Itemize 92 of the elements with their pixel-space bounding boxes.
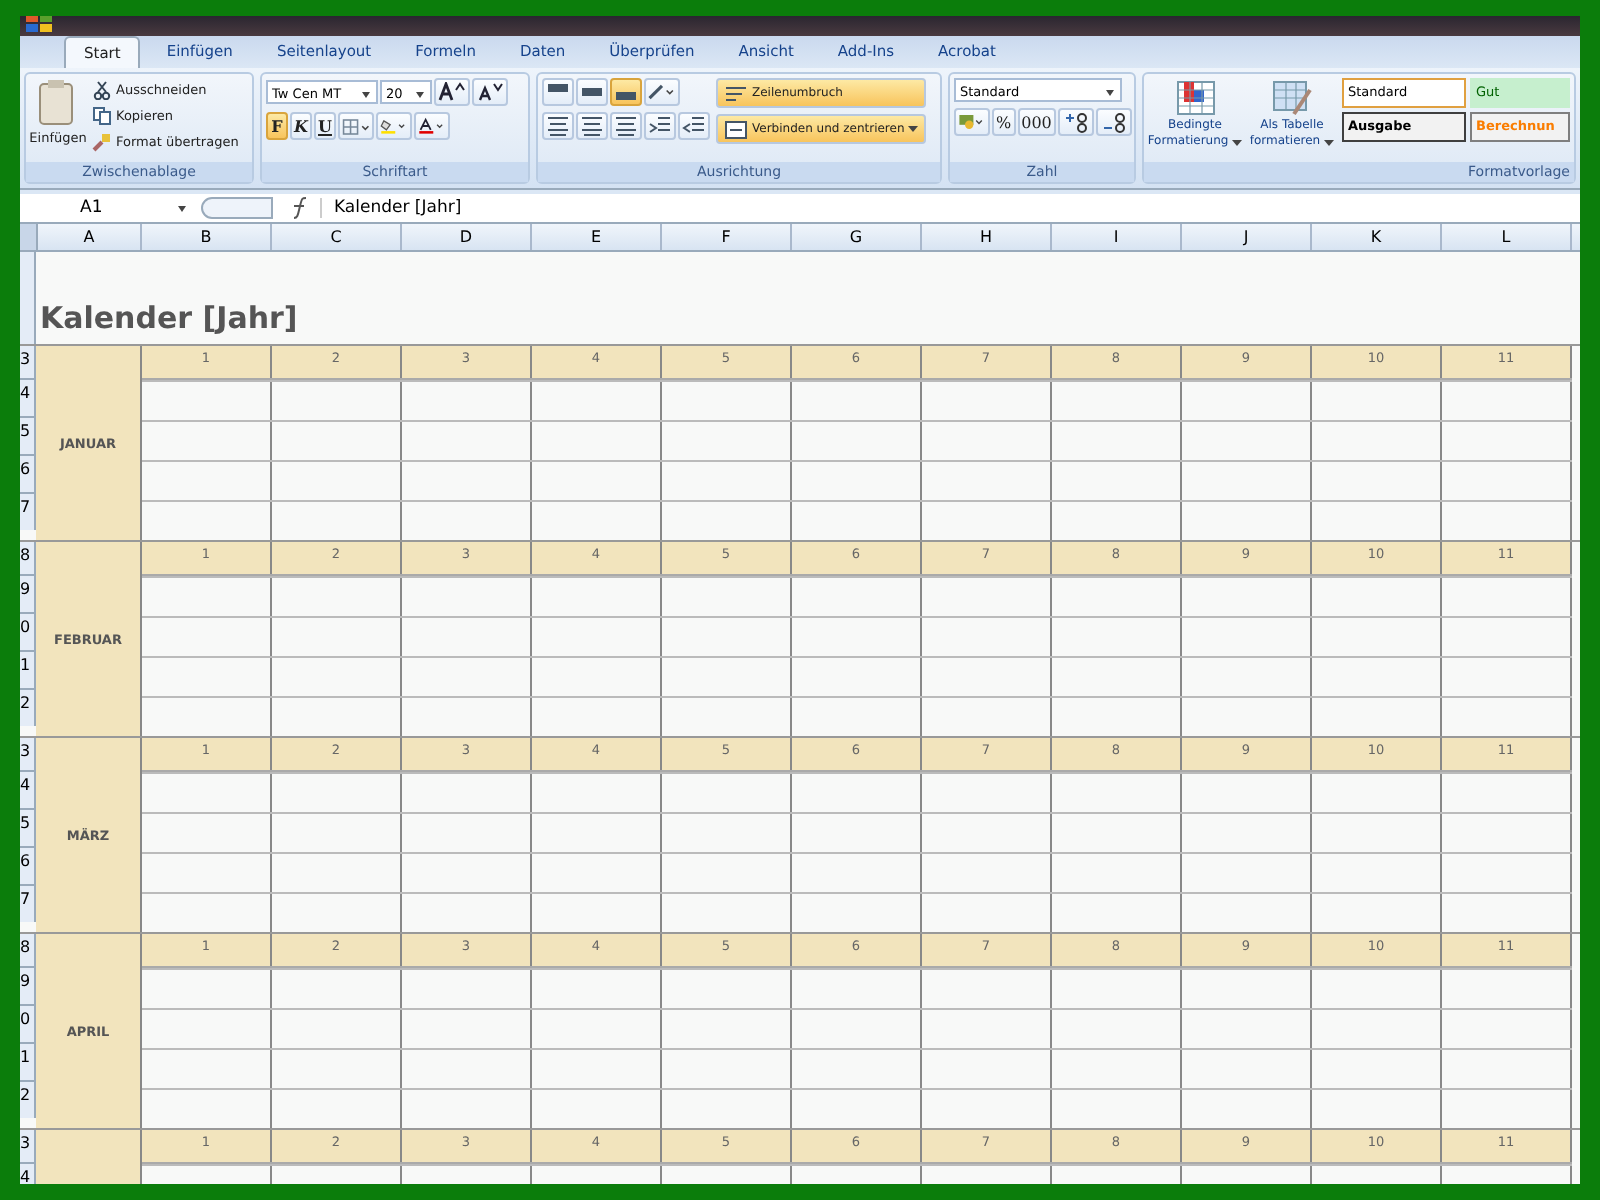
scissors-icon bbox=[92, 80, 112, 100]
row-number[interactable]: 9 bbox=[20, 966, 36, 1004]
grow-font-icon bbox=[438, 82, 466, 102]
fill-bucket-icon bbox=[380, 114, 408, 138]
align-top-button[interactable] bbox=[542, 78, 574, 106]
table-brush-icon bbox=[1270, 78, 1314, 118]
increase-indent-button[interactable] bbox=[678, 112, 710, 140]
row-number[interactable]: 7 bbox=[20, 492, 36, 530]
font-color-button[interactable] bbox=[414, 112, 450, 140]
column-header[interactable]: D bbox=[402, 224, 532, 250]
percent-button[interactable]: % bbox=[992, 108, 1016, 136]
column-header[interactable]: B bbox=[142, 224, 272, 250]
align-text-button[interactable] bbox=[542, 112, 574, 140]
align-middle-button[interactable] bbox=[576, 78, 608, 106]
column-header[interactable]: F bbox=[662, 224, 792, 250]
caret-icon bbox=[1324, 139, 1335, 145]
decimal-icon bbox=[1099, 110, 1128, 134]
align-bottom-button[interactable] bbox=[610, 78, 642, 106]
copy-icon bbox=[92, 106, 112, 126]
caret-icon bbox=[178, 205, 186, 211]
text-align-icon bbox=[546, 116, 570, 136]
office-button-icon[interactable] bbox=[24, 16, 56, 36]
row-number[interactable]: 0 bbox=[20, 1004, 36, 1042]
wrap-text-icon bbox=[724, 83, 748, 103]
column-header[interactable]: G bbox=[792, 224, 922, 250]
row-number[interactable]: 3 bbox=[20, 1130, 36, 1162]
slanted-text-icon bbox=[648, 82, 676, 102]
column-header[interactable]: L bbox=[1442, 224, 1572, 250]
row-number[interactable]: 3 bbox=[20, 346, 36, 378]
indent-icon bbox=[648, 116, 672, 136]
caret-icon bbox=[1106, 90, 1114, 96]
row-number[interactable]: 7 bbox=[20, 884, 36, 922]
thousands-button[interactable]: 000 bbox=[1017, 108, 1056, 136]
row-number[interactable]: 4 bbox=[20, 1162, 36, 1184]
sheet-title: Kalender [Jahr] bbox=[38, 300, 298, 340]
merge-cells-icon bbox=[724, 119, 748, 139]
formula-field[interactable]: Kalender [Jahr] bbox=[320, 198, 462, 218]
row-number[interactable]: 9 bbox=[20, 574, 36, 612]
row-number[interactable]: 8 bbox=[20, 542, 36, 574]
column-header[interactable]: J bbox=[1182, 224, 1312, 250]
align-text-button[interactable] bbox=[576, 112, 608, 140]
orientation-button[interactable] bbox=[644, 78, 680, 106]
decrease-decimal-button[interactable] bbox=[1095, 108, 1132, 136]
row-number[interactable]: 8 bbox=[20, 934, 36, 966]
function-icon[interactable] bbox=[288, 196, 312, 220]
row-number[interactable]: 3 bbox=[20, 738, 36, 770]
row-header[interactable] bbox=[20, 252, 36, 344]
select-all-corner[interactable] bbox=[20, 224, 38, 250]
indent-icon bbox=[682, 116, 706, 136]
italic-button[interactable]: K bbox=[290, 112, 312, 140]
column-header[interactable]: I bbox=[1052, 224, 1182, 250]
row-number[interactable]: 6 bbox=[20, 846, 36, 884]
row-number[interactable]: 5 bbox=[20, 416, 36, 454]
currency-button[interactable] bbox=[954, 108, 990, 136]
column-header[interactable]: C bbox=[272, 224, 402, 250]
borders-button[interactable] bbox=[338, 112, 374, 140]
row-number[interactable]: 0 bbox=[20, 612, 36, 650]
decimal-icon bbox=[1061, 110, 1090, 134]
column-header[interactable]: A bbox=[38, 224, 142, 250]
shrink-font-icon bbox=[476, 82, 504, 102]
caret-icon bbox=[362, 92, 370, 98]
caret-icon bbox=[908, 126, 919, 132]
bold-button[interactable]: F bbox=[266, 112, 288, 140]
row-number[interactable]: 6 bbox=[20, 454, 36, 492]
colored-grid-icon bbox=[1173, 78, 1217, 118]
text-align-icon bbox=[580, 116, 604, 136]
row-number[interactable]: 5 bbox=[20, 808, 36, 846]
underline-button[interactable]: U bbox=[314, 112, 336, 140]
caret-icon bbox=[1232, 139, 1243, 145]
text-align-icon bbox=[614, 116, 638, 136]
row-number[interactable]: 1 bbox=[20, 1042, 36, 1080]
row-number[interactable]: 4 bbox=[20, 378, 36, 416]
align-text-button[interactable] bbox=[610, 112, 642, 140]
fill-color-button[interactable] bbox=[376, 112, 412, 140]
align-middle-icon bbox=[580, 82, 604, 102]
row-number[interactable]: 1 bbox=[20, 650, 36, 688]
borders-icon bbox=[342, 115, 370, 137]
name-box[interactable]: A1 bbox=[20, 195, 192, 221]
column-header[interactable]: E bbox=[532, 224, 662, 250]
row-number[interactable]: 4 bbox=[20, 770, 36, 808]
row-number[interactable]: 2 bbox=[20, 1080, 36, 1118]
column-header[interactable]: H bbox=[922, 224, 1052, 250]
caret-icon bbox=[416, 92, 424, 98]
increase-decimal-button[interactable] bbox=[1057, 108, 1094, 136]
grow-font-button[interactable] bbox=[434, 78, 470, 106]
font-color-icon bbox=[418, 114, 446, 138]
shrink-font-button[interactable] bbox=[472, 78, 508, 106]
decrease-indent-button[interactable] bbox=[644, 112, 676, 140]
column-header[interactable]: K bbox=[1312, 224, 1442, 250]
currency-icon bbox=[958, 110, 986, 134]
brush-icon bbox=[92, 132, 112, 152]
row-number[interactable]: 2 bbox=[20, 688, 36, 726]
